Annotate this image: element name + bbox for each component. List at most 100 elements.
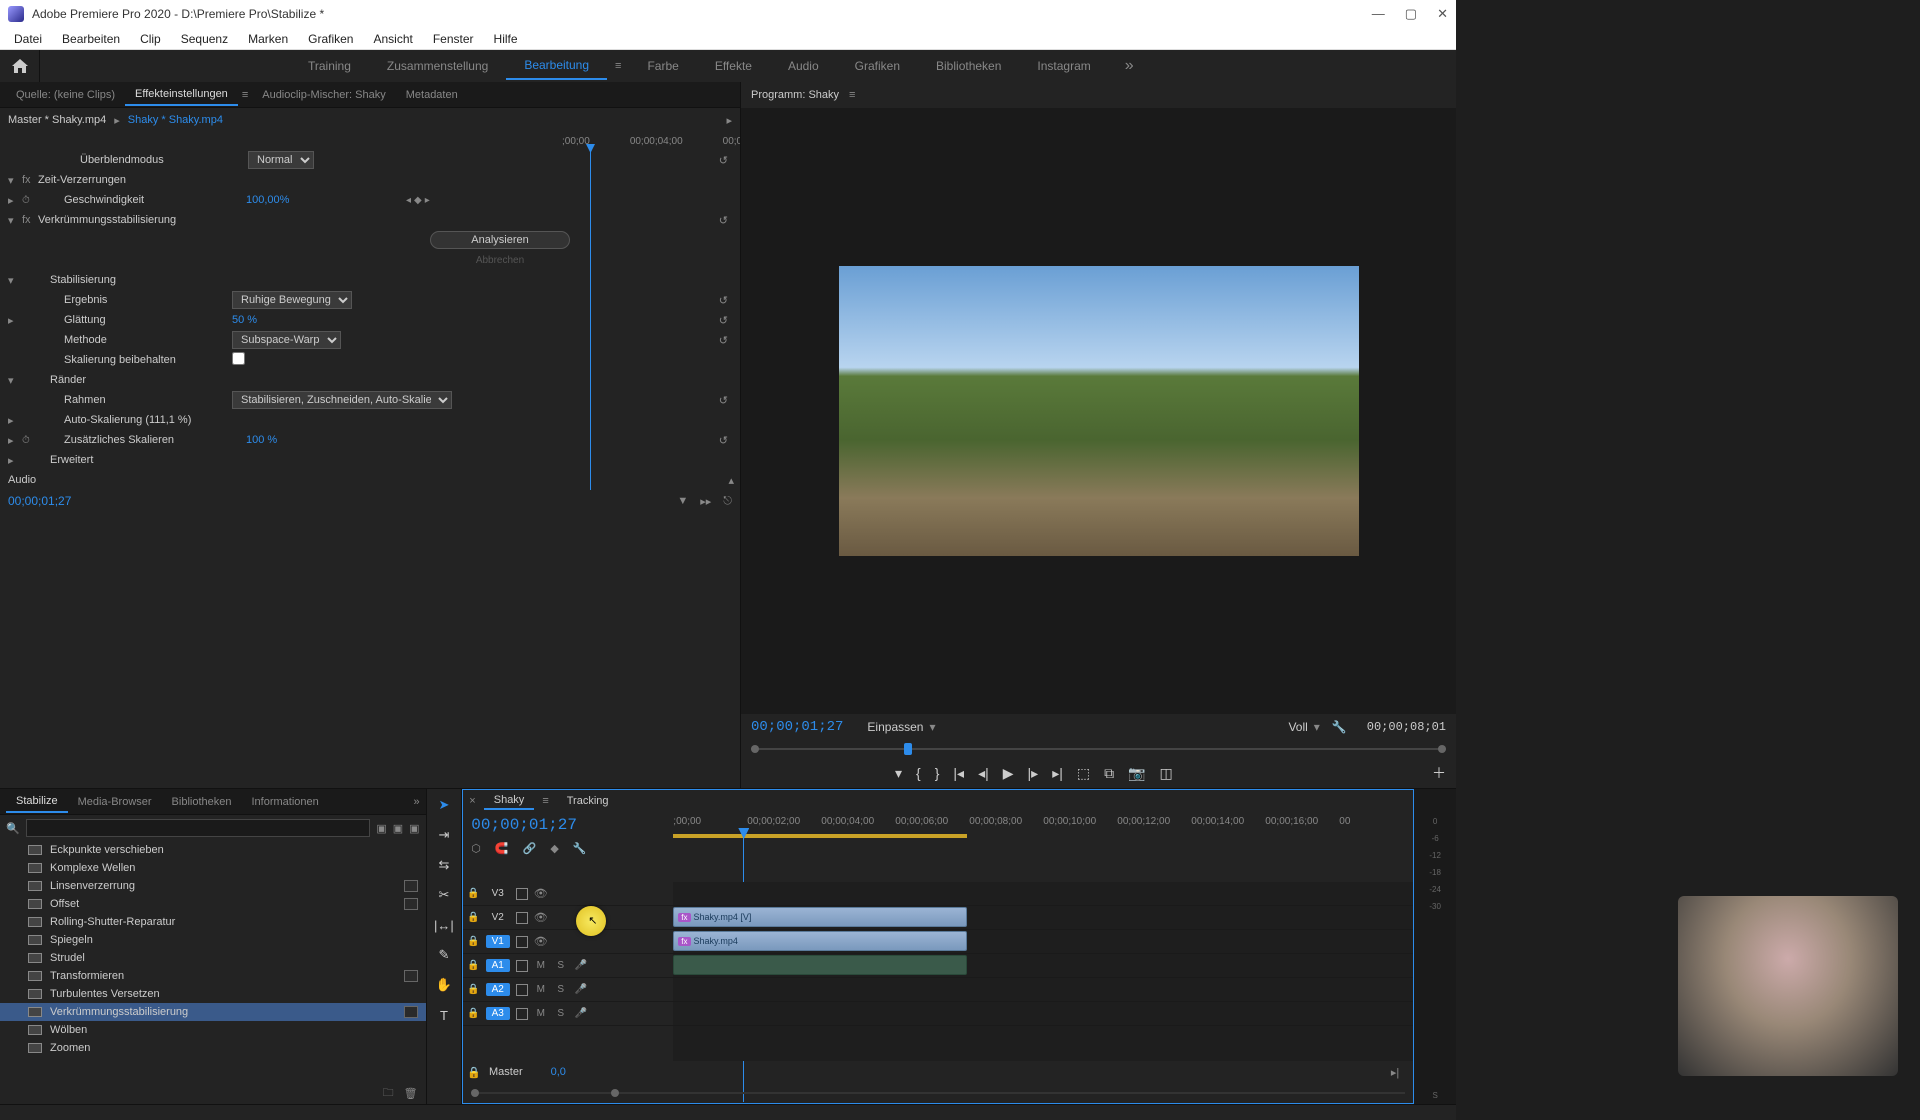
effect-item[interactable]: Verkrümmungsstabilisierung — [0, 1003, 426, 1021]
scrub-end-knob[interactable] — [1438, 745, 1446, 753]
filter-icon[interactable]: ▼ — [677, 495, 688, 508]
effect-item[interactable]: Wölben — [0, 1021, 426, 1039]
reset-icon[interactable] — [719, 314, 728, 327]
menu-grafiken[interactable]: Grafiken — [298, 30, 363, 48]
comparison-view-icon[interactable]: ◫ — [1160, 765, 1173, 782]
video-clip-v2[interactable]: fxShaky.mp4 [V] — [673, 907, 967, 927]
panel-menu-icon[interactable]: ≡ — [542, 795, 548, 807]
tab-project[interactable]: Stabilize — [6, 791, 68, 813]
lock-icon[interactable]: 🔒 — [467, 984, 479, 995]
home-icon[interactable] — [0, 50, 40, 82]
settings-wrench-icon[interactable]: 🔧 — [1332, 720, 1347, 734]
export-frame-icon[interactable]: 📷 — [1128, 765, 1145, 782]
prev-keyframe-icon[interactable]: ◂ — [406, 195, 411, 206]
disclosure-toggle[interactable]: ▸ — [8, 314, 22, 327]
solo-toggle[interactable]: S — [554, 1008, 568, 1019]
track-target-toggle[interactable] — [516, 888, 528, 900]
lift-icon[interactable]: ⬚ — [1077, 765, 1090, 782]
disclosure-toggle[interactable]: ▸ — [8, 194, 22, 207]
tab-source[interactable]: Quelle: (keine Clips) — [6, 85, 125, 105]
button-editor-icon[interactable]: ＋ — [1432, 763, 1446, 783]
additional-scale-value[interactable]: 100 % — [246, 434, 406, 446]
menu-bearbeiten[interactable]: Bearbeiten — [52, 30, 130, 48]
effect-item[interactable]: Komplexe Wellen — [0, 859, 426, 877]
tab-info[interactable]: Informationen — [241, 792, 328, 812]
track-target-toggle[interactable] — [516, 960, 528, 972]
scrub-start-knob[interactable] — [751, 745, 759, 753]
menu-marken[interactable]: Marken — [238, 30, 298, 48]
panel-menu-icon[interactable]: ≡ — [238, 89, 252, 101]
effect-item[interactable]: Rolling-Shutter-Reparatur — [0, 913, 426, 931]
blend-mode-select[interactable]: Normal — [248, 151, 314, 169]
workspace-training[interactable]: Training — [290, 53, 369, 79]
razor-tool-icon[interactable]: ✂ — [434, 885, 454, 905]
effect-item[interactable]: Spiegeln — [0, 931, 426, 949]
preserve-scale-checkbox[interactable] — [232, 352, 245, 365]
zoom-handle-right[interactable] — [611, 1089, 619, 1097]
solo-toggle[interactable]: S — [554, 960, 568, 971]
mark-clip-in-icon[interactable]: { — [916, 765, 921, 781]
step-back-icon[interactable]: ◂| — [978, 765, 989, 782]
track-a3[interactable]: A3 — [486, 1007, 510, 1020]
effect-item[interactable]: Strudel — [0, 949, 426, 967]
tab-audio-mixer[interactable]: Audioclip-Mischer: Shaky — [252, 85, 396, 105]
track-a1[interactable]: A1 — [486, 959, 510, 972]
mute-toggle[interactable]: M — [534, 984, 548, 995]
lock-icon[interactable]: 🔒 — [467, 888, 479, 899]
fx-badge-icon[interactable]: fx — [22, 214, 38, 226]
ec-master-clip[interactable]: Master * Shaky.mp4 — [8, 114, 106, 126]
timeline-tab-tracking[interactable]: Tracking — [557, 793, 619, 809]
reset-icon[interactable] — [719, 334, 728, 347]
menu-clip[interactable]: Clip — [130, 30, 171, 48]
analyze-button[interactable]: Analysieren — [430, 231, 569, 249]
method-select[interactable]: Subspace-Warp — [232, 331, 341, 349]
linked-selection-icon[interactable]: 🔗 — [523, 842, 537, 855]
ripple-edit-tool-icon[interactable]: ⇆ — [434, 855, 454, 875]
program-scrub-track[interactable] — [751, 748, 1446, 750]
collapse-icon[interactable]: ▴ — [728, 474, 734, 487]
snap-icon[interactable]: 🧲 — [495, 842, 509, 855]
tab-libraries[interactable]: Bibliotheken — [162, 792, 242, 812]
lock-icon[interactable]: 🔒 — [467, 1008, 479, 1019]
type-tool-icon[interactable]: T — [434, 1005, 454, 1025]
menu-fenster[interactable]: Fenster — [423, 30, 484, 48]
chevron-down-icon[interactable]: ▾ — [1314, 720, 1320, 734]
disclosure-toggle[interactable]: ▸ — [8, 454, 22, 467]
mark-clip-out-icon[interactable]: } — [935, 765, 940, 781]
reset-icon[interactable] — [719, 294, 728, 307]
menu-datei[interactable]: Datei — [4, 30, 52, 48]
lock-icon[interactable]: 🔒 — [467, 1066, 481, 1079]
mute-toggle[interactable]: M — [534, 1008, 548, 1019]
menu-sequenz[interactable]: Sequenz — [171, 30, 238, 48]
disclosure-toggle[interactable]: ▸ — [8, 434, 22, 447]
mark-in-icon[interactable]: ▾ — [895, 765, 902, 782]
disclosure-toggle[interactable]: ▸ — [8, 414, 22, 427]
track-v3[interactable]: V3 — [486, 888, 510, 899]
next-keyframe-icon[interactable]: ▸ — [425, 195, 430, 206]
tab-effect-controls[interactable]: Effekteinstellungen — [125, 84, 238, 106]
smoothness-value[interactable]: 50 % — [232, 314, 392, 326]
overflow-icon[interactable]: » — [413, 796, 419, 808]
video-clip-v1[interactable]: fxShaky.mp4 — [673, 931, 967, 951]
fx-badge-icon[interactable]: fx — [22, 174, 38, 186]
eye-icon[interactable]: 👁 — [534, 887, 548, 900]
workspace-bearbeitung[interactable]: Bearbeitung — [506, 52, 607, 80]
audio-clip-a1[interactable] — [673, 955, 967, 975]
reset-icon[interactable] — [719, 394, 728, 407]
track-select-tool-icon[interactable]: ⇥ — [434, 825, 454, 845]
voiceover-icon[interactable]: 🎤 — [574, 1008, 588, 1019]
mute-toggle[interactable]: M — [534, 960, 548, 971]
settings-wrench-icon[interactable]: 🔧 — [573, 842, 587, 855]
ec-playhead[interactable] — [590, 150, 591, 490]
close-button[interactable]: ✕ — [1437, 6, 1448, 22]
lock-icon[interactable]: 🔒 — [467, 960, 479, 971]
export-frame-icon[interactable]: ⎋ — [723, 495, 732, 508]
timeline-tab-shaky[interactable]: Shaky — [484, 792, 535, 810]
track-target-toggle[interactable] — [516, 1008, 528, 1020]
work-area-bar[interactable] — [673, 834, 967, 838]
preset-bin1-icon[interactable]: ▣ — [376, 822, 386, 835]
lock-icon[interactable]: 🔒 — [467, 936, 479, 947]
preset-bin3-icon[interactable]: ▣ — [409, 822, 419, 835]
speed-value[interactable]: 100,00% — [246, 194, 406, 206]
workspace-instagram[interactable]: Instagram — [1019, 53, 1108, 79]
